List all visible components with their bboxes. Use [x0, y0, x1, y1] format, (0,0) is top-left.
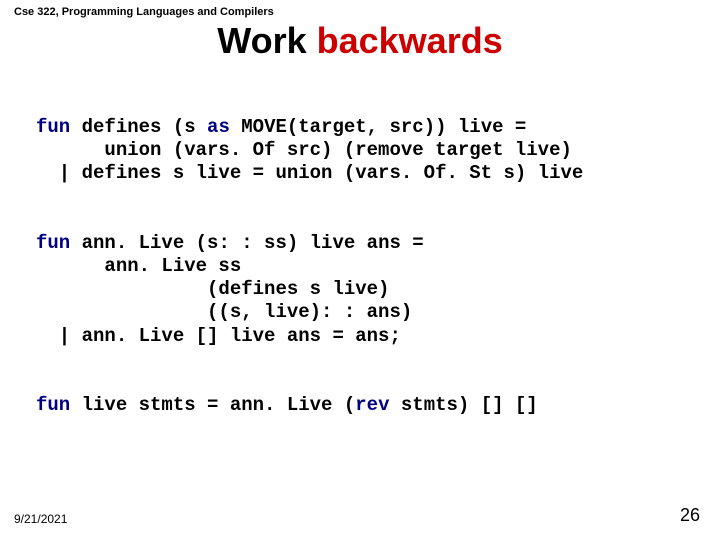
code-line-5: ann. Live ss: [36, 255, 241, 277]
slide: Cse 322, Programming Languages and Compi…: [0, 0, 720, 540]
code-line-6: (defines s live): [36, 278, 389, 300]
slide-title: Work backwards: [0, 20, 720, 62]
code-line-1a: defines (s: [70, 116, 207, 138]
keyword-fun: fun: [36, 116, 70, 138]
code-line-4: ann. Live (s: : ss) live ans =: [70, 232, 423, 254]
code-line-1b: MOVE(target, src)) live =: [230, 116, 526, 138]
code-line-9a: live stmts = ann. Live (: [70, 394, 355, 416]
code-line-3: | defines s live = union (vars. Of. St s…: [36, 162, 583, 184]
title-word-2: backwards: [317, 20, 503, 61]
code-line-7: ((s, live): : ans): [36, 301, 412, 323]
course-header: Cse 322, Programming Languages and Compi…: [14, 6, 274, 18]
footer-date: 9/21/2021: [14, 512, 67, 526]
keyword-as: as: [207, 116, 230, 138]
code-line-9b: stmts) [] []: [389, 394, 537, 416]
footer-page-number: 26: [680, 505, 700, 526]
title-word-1: Work: [217, 20, 306, 61]
keyword-fun: fun: [36, 394, 70, 416]
keyword-rev: rev: [355, 394, 389, 416]
keyword-fun: fun: [36, 232, 70, 254]
code-line-2: union (vars. Of src) (remove target live…: [36, 139, 572, 161]
code-line-8: | ann. Live [] live ans = ans;: [36, 325, 401, 347]
code-block: fun defines (s as MOVE(target, src)) liv…: [36, 116, 583, 417]
